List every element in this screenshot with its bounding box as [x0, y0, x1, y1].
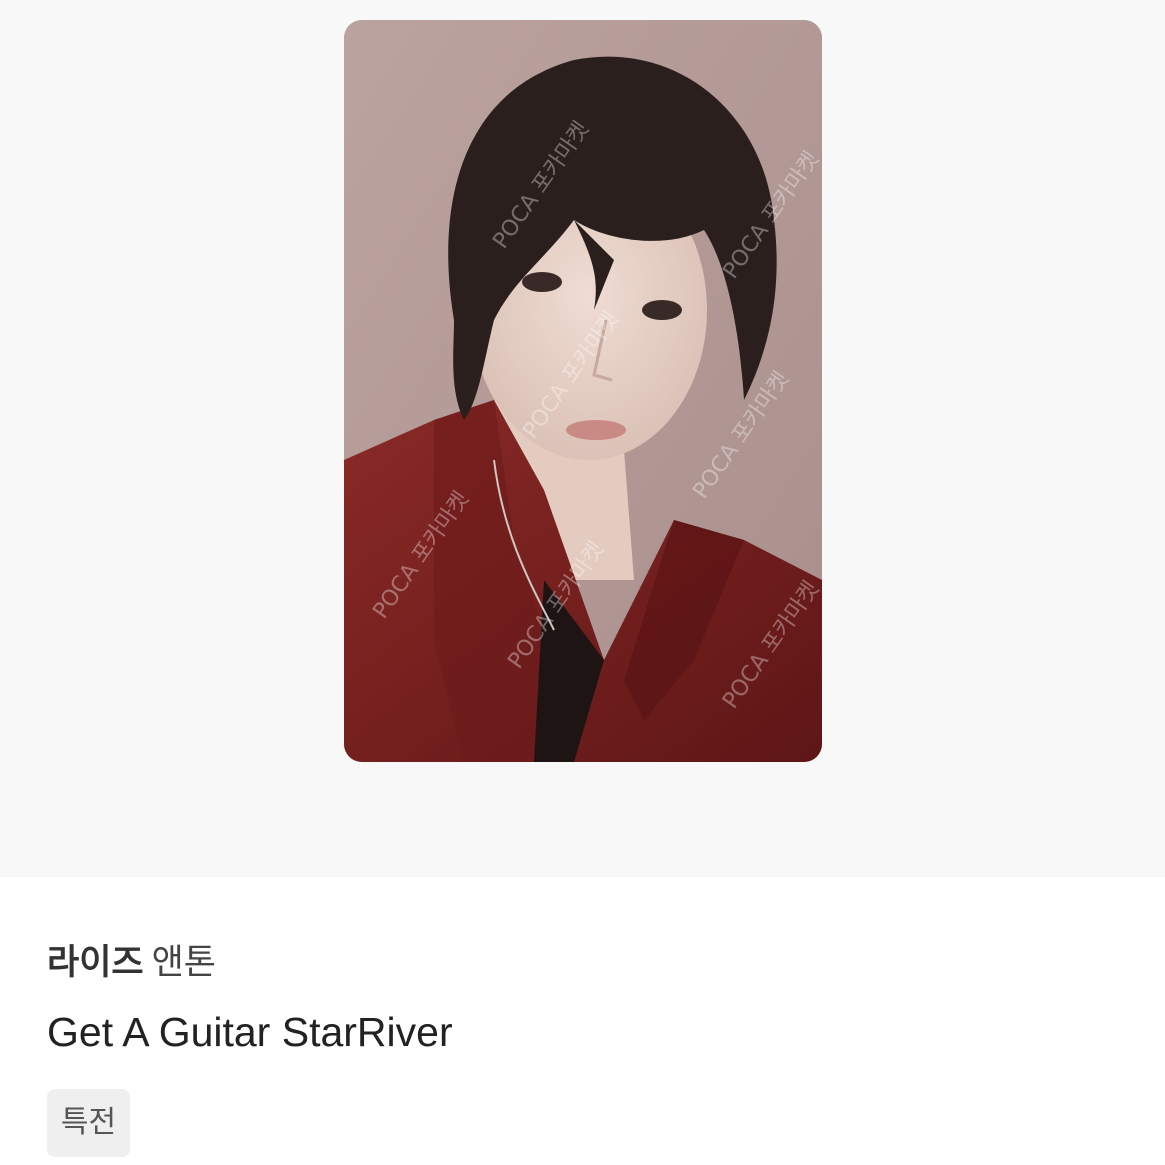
photo-gallery[interactable]: POCA 포카마켓 POCA 포카마켓 POCA 포카마켓 POCA 포카마켓 …: [0, 0, 1165, 877]
group-name: 라이즈: [47, 943, 144, 982]
photocard-illustration: POCA 포카마켓 POCA 포카마켓 POCA 포카마켓 POCA 포카마켓 …: [344, 20, 822, 762]
photocard-image[interactable]: POCA 포카마켓 POCA 포카마켓 POCA 포카마켓 POCA 포카마켓 …: [344, 20, 822, 762]
category-tag[interactable]: 특전: [47, 1089, 130, 1157]
member-name: 앤톤: [151, 943, 217, 982]
album-name: Get A Guitar StarRiver: [47, 1009, 453, 1055]
product-title: 라이즈 앤톤: [47, 939, 216, 987]
product-info: 라이즈 앤톤 Get A Guitar StarRiver 특전: [0, 877, 1165, 1165]
